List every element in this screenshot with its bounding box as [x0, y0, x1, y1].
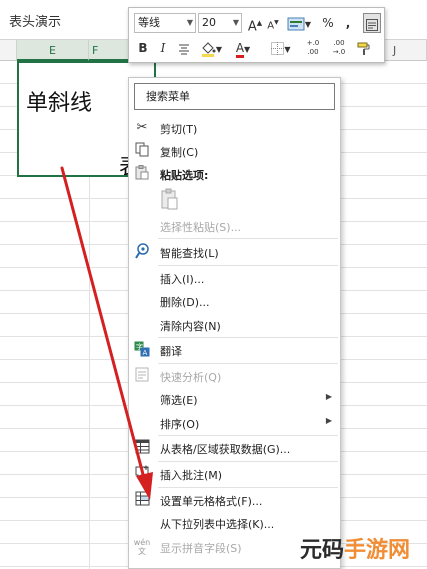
font-color-label: A — [235, 42, 245, 58]
menu-item-label: 显示拼音字段(S) — [160, 542, 242, 555]
menu-item-filter[interactable]: 筛选(E) ▶ — [129, 387, 340, 411]
percent-style-button[interactable]: % — [319, 13, 337, 33]
paste-icon — [133, 165, 151, 183]
mini-toolbar: 等线 ▼ 20 ▼ A▲ A▼ ▼ % , B I ▼ A▼ ▼ +.0 .00 — [128, 7, 385, 63]
table-icon — [133, 439, 151, 457]
bold-button[interactable]: B — [135, 38, 151, 58]
menu-item-paste-special[interactable]: 选择性粘贴(S)... — [129, 214, 340, 238]
menu-item-label: 剪切(T) — [160, 123, 198, 136]
menu-item-copy[interactable]: 复制(C) — [129, 139, 340, 163]
menu-item-label: 从表格/区域获取数据(G)... — [160, 443, 291, 456]
wrap-text-button[interactable] — [363, 13, 381, 33]
menu-item-label: 选择性粘贴(S)... — [160, 221, 242, 234]
menu-item-sort[interactable]: 排序(O) ▶ — [129, 411, 340, 435]
clipboard-icon — [161, 188, 178, 210]
menu-item-label: 智能查找(L) — [160, 247, 219, 260]
font-color-button[interactable]: A▼ — [229, 38, 257, 58]
menu-item-paste-options: 粘贴选项: — [129, 162, 340, 186]
chevron-down-icon[interactable]: ▼ — [233, 14, 239, 32]
menu-item-translate[interactable]: 字A 翻译 — [129, 338, 340, 362]
format-painter-icon — [357, 42, 370, 55]
menu-item-get-data[interactable]: 从表格/区域获取数据(G)... — [129, 436, 340, 460]
decrease-decimal-button[interactable]: .00 →.0 — [327, 38, 351, 58]
menu-item-label: 粘贴选项: — [160, 169, 209, 182]
chevron-down-icon[interactable]: ▼ — [187, 14, 193, 32]
align-center-icon — [179, 44, 189, 54]
menu-item-label: 设置单元格格式(F)... — [160, 495, 263, 508]
row-header-corner[interactable] — [0, 40, 17, 61]
submenu-arrow-icon: ▶ — [325, 416, 332, 425]
menu-item-label: 从下拉列表中选择(K)... — [160, 518, 275, 531]
decrease-decimal-label: .00 →.0 — [332, 39, 346, 56]
cell-text-line1: 单斜线 — [26, 91, 93, 116]
menu-item-label: 筛选(E) — [160, 394, 198, 407]
italic-label: I — [160, 41, 166, 55]
sheet-title: 表头演示 — [9, 15, 62, 30]
menu-item-clear-contents[interactable]: 清除内容(N) — [129, 313, 340, 337]
watermark-text-a: 元码 — [300, 538, 345, 563]
fill-color-button[interactable]: ▼ — [197, 38, 225, 58]
borders-button[interactable]: ▼ — [267, 38, 295, 58]
column-header-label: E — [49, 44, 56, 57]
watermark-text-b: 手游网 — [344, 538, 411, 563]
quick-analysis-icon — [133, 367, 151, 385]
menu-item-delete[interactable]: 删除(D)... — [129, 289, 340, 313]
borders-icon — [271, 42, 285, 55]
menu-item-label: 删除(D)... — [160, 296, 210, 309]
comma-label: , — [345, 16, 351, 30]
search-menu-placeholder: 搜索菜单 — [146, 90, 190, 103]
menu-item-label: 插入(I)... — [160, 273, 205, 286]
wrap-text-icon — [366, 18, 378, 31]
smart-lookup-icon — [133, 243, 151, 261]
menu-item-insert[interactable]: 插入(I)... — [129, 266, 340, 290]
font-name-value: 等线 — [138, 16, 160, 29]
menu-item-label: 翻译 — [160, 345, 182, 358]
number-format-icon — [287, 17, 305, 30]
search-menu-input[interactable]: 搜索菜单 — [134, 83, 335, 110]
font-size-value: 20 — [202, 16, 216, 29]
bold-label: B — [138, 41, 148, 55]
phonetic-icon: wén 文 — [133, 538, 151, 556]
menu-item-quick-analysis[interactable]: 快速分析(Q) — [129, 364, 340, 388]
menu-item-cut[interactable]: ✂ 剪切(T) — [129, 116, 340, 140]
number-format-button[interactable]: ▼ — [285, 13, 313, 33]
column-header-label: F — [92, 44, 99, 57]
align-center-button[interactable] — [175, 38, 193, 58]
menu-item-format-cells[interactable]: 设置单元格格式(F)... — [129, 488, 340, 512]
format-cells-icon — [133, 491, 151, 509]
submenu-arrow-icon: ▶ — [325, 392, 332, 401]
menu-item-label: 快速分析(Q) — [160, 371, 222, 384]
shrink-font-button[interactable]: A▼ — [265, 13, 281, 33]
menu-item-insert-comment[interactable]: 插入批注(M) — [129, 462, 340, 486]
copy-icon — [133, 142, 151, 160]
menu-item-label: 插入批注(M) — [160, 469, 223, 482]
increase-decimal-button[interactable]: +.0 .00 — [301, 38, 325, 58]
svg-text:A: A — [143, 349, 148, 357]
font-name-box[interactable]: 等线 ▼ — [134, 13, 196, 33]
italic-button[interactable]: I — [155, 38, 171, 58]
increase-decimal-label: +.0 .00 — [306, 39, 320, 56]
format-painter-button[interactable] — [355, 38, 373, 58]
menu-item-label: 清除内容(N) — [160, 320, 221, 333]
column-header-e[interactable]: E — [17, 40, 89, 61]
comma-style-button[interactable]: , — [341, 13, 355, 33]
menu-item-label: 复制(C) — [160, 146, 199, 159]
scissors-icon: ✂ — [136, 120, 148, 135]
menu-item-label: 排序(O) — [160, 418, 200, 431]
context-menu: 搜索菜单 ✂ 剪切(T) 复制(C) 粘贴选项: 选择性粘贴(S)... 智能查… — [128, 77, 341, 569]
comment-icon — [133, 465, 151, 483]
paste-option-button[interactable] — [160, 188, 182, 210]
font-size-box[interactable]: 20 ▼ — [198, 13, 242, 33]
menu-separator — [158, 238, 338, 239]
grow-font-label: A — [247, 19, 257, 35]
translate-icon: 字A — [133, 341, 151, 359]
menu-item-smart-lookup[interactable]: 智能查找(L) — [129, 240, 340, 264]
column-header-label: J — [393, 44, 397, 57]
column-header-f[interactable]: F — [89, 40, 129, 61]
watermark: 元码手游网 — [300, 532, 410, 564]
grow-font-button[interactable]: A▲ — [247, 13, 263, 35]
paint-bucket-icon — [201, 41, 216, 57]
percent-label: % — [322, 16, 334, 30]
